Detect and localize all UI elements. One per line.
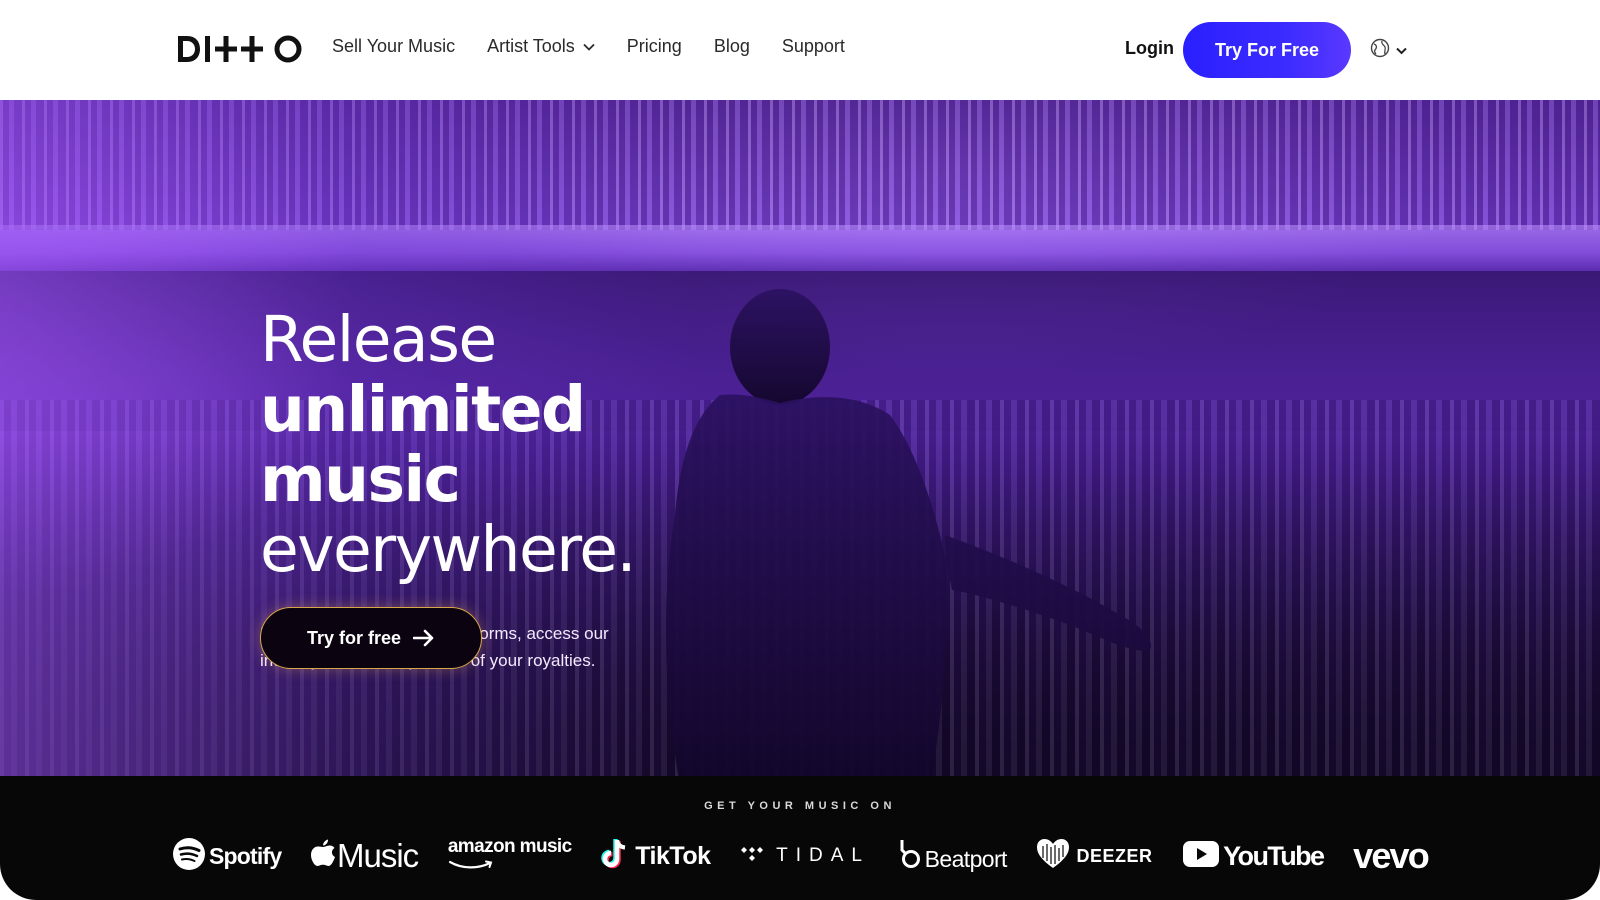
chevron-down-icon xyxy=(583,43,595,51)
youtube-icon xyxy=(1182,840,1220,873)
platform-apple-music-label: Music xyxy=(337,837,419,874)
chevron-down-icon xyxy=(1396,47,1407,55)
platform-deezer-label: DEEZER xyxy=(1076,845,1153,866)
platform-tidal: TIDAL xyxy=(740,845,870,867)
platform-spotify: Spotify xyxy=(172,837,282,876)
nav-pricing[interactable]: Pricing xyxy=(627,36,682,57)
beatport-icon xyxy=(900,838,922,875)
deezer-icon xyxy=(1036,838,1070,875)
globe-icon xyxy=(1370,38,1390,63)
platform-vevo: vevo xyxy=(1353,835,1430,877)
platforms-strip: GET YOUR MUSIC ON Spotify Music amazon m… xyxy=(0,776,1600,900)
hero-section: Release unlimited music everywhere. Uplo… xyxy=(0,100,1600,776)
platform-youtube: YouTube xyxy=(1182,840,1325,873)
tiktok-icon xyxy=(601,837,631,876)
nav-support[interactable]: Support xyxy=(782,36,845,57)
nav-artist-tools[interactable]: Artist Tools xyxy=(487,36,595,57)
nav-support-label: Support xyxy=(781,36,845,56)
amazon-smile-icon xyxy=(448,857,496,875)
nav-pricing-label: Pricing xyxy=(626,36,682,56)
arrow-right-icon xyxy=(413,629,435,647)
hero-try-for-free-button[interactable]: Try for free xyxy=(260,607,482,669)
platform-amazon-music: amazon music xyxy=(448,837,572,875)
ditto-logo-mark xyxy=(178,35,302,63)
nav-artist-tools-label: Artist Tools xyxy=(487,36,575,56)
login-link[interactable]: Login xyxy=(1125,38,1174,59)
platform-youtube-label: YouTube xyxy=(1223,840,1325,871)
platform-tiktok: TikTok xyxy=(601,837,711,876)
try-for-free-button[interactable]: Try For Free xyxy=(1183,22,1351,78)
site-header: Sell Your Music Artist Tools Pricing Blo… xyxy=(0,0,1600,100)
platform-spotify-label: Spotify xyxy=(209,842,282,869)
platform-logos: Spotify Music amazon music TikTok TIDAL … xyxy=(172,832,1430,880)
nav-blog-label: Blog xyxy=(713,36,750,56)
apple-icon xyxy=(311,839,335,874)
spotify-icon xyxy=(172,837,206,876)
hero-cta-label: Try for free xyxy=(306,627,402,648)
platform-beatport: Beatport xyxy=(900,838,1007,875)
headline-line-2: unlimited xyxy=(260,373,586,446)
performer-silhouette xyxy=(665,289,1151,776)
platform-vevo-label: vevo xyxy=(1353,835,1430,876)
nav-sell-your-music[interactable]: Sell Your Music xyxy=(332,36,455,57)
platform-tiktok-label: TikTok xyxy=(635,841,711,870)
platforms-title: GET YOUR MUSIC ON xyxy=(704,800,896,812)
platform-amazon-music-label: amazon music xyxy=(447,836,572,857)
headline-line-1: Release xyxy=(260,303,497,376)
headline-line-3: music xyxy=(260,443,461,516)
ditto-logo[interactable] xyxy=(176,32,304,66)
platform-apple-music: Music xyxy=(311,837,419,875)
language-selector[interactable] xyxy=(1370,38,1407,63)
nav-blog[interactable]: Blog xyxy=(714,36,750,57)
platform-tidal-label: TIDAL xyxy=(776,845,871,866)
main-nav: Sell Your Music Artist Tools Pricing Blo… xyxy=(332,36,877,57)
hero-headline: Release unlimited music everywhere. xyxy=(260,303,637,586)
platform-beatport-label: Beatport xyxy=(924,845,1008,872)
platform-deezer: DEEZER xyxy=(1036,838,1152,875)
nav-sell-your-music-label: Sell Your Music xyxy=(332,36,456,56)
headline-line-4: everywhere. xyxy=(260,513,637,586)
tidal-icon xyxy=(740,846,764,867)
